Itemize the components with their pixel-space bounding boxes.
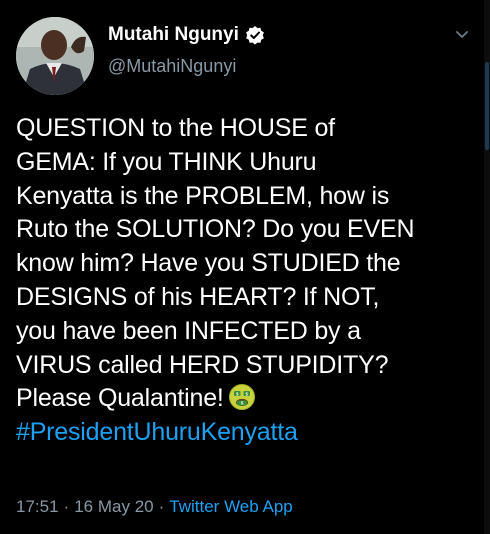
display-name[interactable]: Mutahi Ngunyi <box>108 24 239 46</box>
hashtag-link[interactable]: #PresidentUhuruKenyatta <box>16 416 486 450</box>
tweet-card: Mutahi Ngunyi @MutahiNgunyi QUESTION to … <box>0 0 490 534</box>
tweet-text-line: Kenyatta is the PROBLEM, how is <box>16 181 390 210</box>
avatar[interactable] <box>16 17 94 95</box>
tweet-text-last-line: Please Qualantine! $ $ $ <box>16 382 486 416</box>
tweet-meta: 17:51 · 16 May 20 · Twitter Web App <box>16 497 293 517</box>
tweet-text-line: QUESTION to the HOUSE of <box>16 114 335 142</box>
meta-separator: · <box>63 497 70 516</box>
tweet-text-line: VIRUS called HERD STUPIDITY? <box>16 350 389 379</box>
tweet-text-line: DESIGNS of his HEART? If NOT, <box>16 282 380 311</box>
meta-separator: · <box>158 497 165 516</box>
tweet-text-line: Ruto the SOLUTION? Do you EVEN <box>16 215 415 244</box>
tweet-time[interactable]: 17:51 <box>16 497 59 516</box>
avatar-photo-icon <box>16 17 94 95</box>
verified-badge-icon <box>245 25 265 45</box>
tweet-text-line: GEMA: If you THINK Uhuru <box>16 147 317 176</box>
tweet-text-line: you have been INFECTED by a <box>16 316 361 345</box>
tweet-text-line: know him? Have you STUDIED the <box>16 249 401 278</box>
author-name-row: Mutahi Ngunyi <box>108 24 265 46</box>
svg-text:$: $ <box>240 401 243 407</box>
svg-text:$: $ <box>245 392 248 398</box>
tweet-text: QUESTION to the HOUSE of GEMA: If you TH… <box>16 112 486 450</box>
tweet-date[interactable]: 16 May 20 <box>74 497 153 516</box>
tweet-text-line: Please Qualantine! <box>16 384 224 413</box>
author-handle[interactable]: @MutahiNgunyi <box>108 56 236 77</box>
tweet-source-link[interactable]: Twitter Web App <box>169 497 292 516</box>
chevron-down-icon[interactable] <box>454 28 470 40</box>
nauseated-money-mouth-face-icon: $ $ $ <box>228 383 256 411</box>
svg-text:$: $ <box>235 392 238 398</box>
